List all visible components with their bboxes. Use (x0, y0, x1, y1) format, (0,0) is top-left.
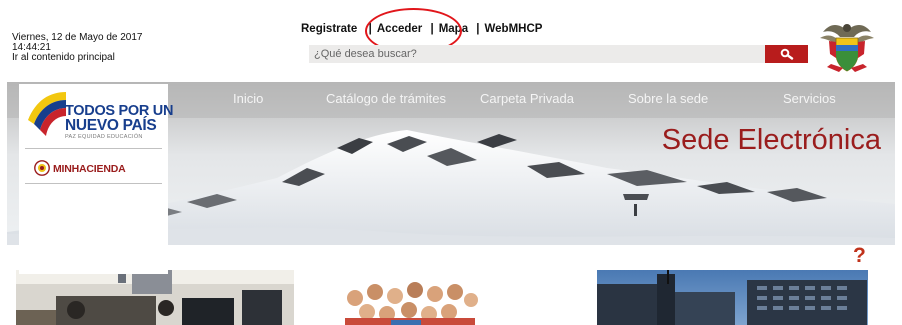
divider (25, 183, 162, 184)
header-datetime: Viernes, 12 de Mayo de 2017 14:44:21 Ir … (12, 33, 142, 63)
separator: | (430, 23, 434, 35)
page-title: Sede Electrónica (661, 124, 881, 156)
login-link[interactable]: Acceder (377, 23, 422, 35)
top-links: Registrate | Acceder | Mapa | WebMHCP (301, 23, 542, 35)
office-photo (16, 270, 294, 325)
logo-slogan-line2: NUEVO PAÍS (65, 117, 157, 134)
search-bar (309, 45, 809, 63)
logo-tagline: PAZ EQUIDAD EDUCACIÓN (65, 134, 143, 140)
coat-of-arms-logo (820, 24, 874, 72)
ministry-seal-icon (34, 160, 50, 176)
nav-item-carpeta-privada[interactable]: Carpeta Privada (480, 91, 574, 106)
webmhcp-link[interactable]: WebMHCP (485, 23, 543, 35)
thumbnail-people[interactable] (331, 270, 483, 325)
skip-to-content-link[interactable]: Ir al contenido principal (12, 53, 142, 63)
government-logo-card[interactable]: TODOS POR UN NUEVO PAÍS PAZ EQUIDAD EDUC… (19, 84, 173, 274)
search-icon (780, 48, 793, 60)
ministry-name: MINHACIENDA (53, 163, 126, 175)
thumbnail-office[interactable] (16, 270, 294, 325)
separator: | (365, 23, 372, 35)
separator: | (476, 23, 480, 35)
search-input[interactable] (309, 45, 765, 63)
nav-item-sobre-la-sede[interactable]: Sobre la sede (628, 91, 708, 106)
building-photo (597, 270, 868, 325)
nav-item-inicio[interactable]: Inicio (233, 91, 263, 106)
divider (25, 148, 162, 149)
nav-item-servicios[interactable]: Servicios (783, 91, 836, 106)
search-button[interactable] (765, 45, 808, 63)
people-photo (331, 270, 483, 325)
register-link[interactable]: Registrate (301, 23, 357, 35)
help-icon[interactable]: ? (853, 244, 866, 268)
flag-stripe-logo (28, 92, 66, 136)
thumbnail-building[interactable] (597, 270, 868, 325)
site-map-link[interactable]: Mapa (439, 23, 468, 35)
nav-item-catalogo-tramites[interactable]: Catálogo de trámites (326, 91, 446, 106)
